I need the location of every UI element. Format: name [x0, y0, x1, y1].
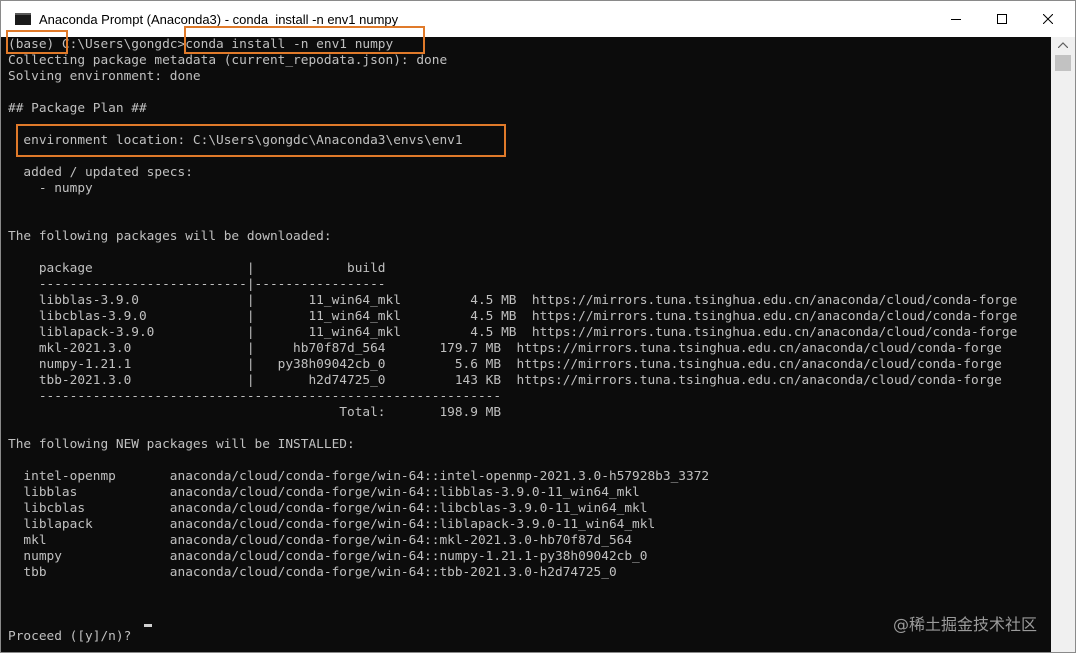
terminal-line: package | build — [8, 261, 386, 276]
scroll-up-button[interactable] — [1051, 37, 1075, 53]
terminal-line: Proceed ([y]/n)? — [8, 629, 139, 644]
highlight-install-command — [184, 26, 425, 54]
maximize-icon — [997, 14, 1007, 24]
title-bar[interactable]: Anaconda Prompt (Anaconda3) - conda inst… — [1, 1, 1075, 37]
terminal-line: tbb anaconda/cloud/conda-forge/win-64::t… — [8, 565, 617, 580]
vertical-scrollbar[interactable] — [1051, 37, 1075, 652]
chevron-up-icon — [1058, 42, 1068, 48]
console-icon — [15, 13, 31, 25]
terminal-line: liblapack anaconda/cloud/conda-forge/win… — [8, 517, 656, 532]
terminal-line: Solving environment: done — [8, 69, 201, 84]
terminal-line: libblas anaconda/cloud/conda-forge/win-6… — [8, 485, 640, 500]
terminal-line: Total: 198.9 MB — [8, 405, 502, 420]
terminal-line: The following packages will be downloade… — [8, 229, 332, 244]
maximize-button[interactable] — [979, 1, 1025, 37]
terminal-line: liblapack-3.9.0 | 11_win64_mkl 4.5 MB ht… — [8, 325, 1018, 340]
terminal-line: added / updated specs: — [8, 165, 193, 180]
terminal-line: - numpy — [8, 181, 93, 196]
highlight-environment-location — [16, 124, 506, 157]
terminal-line: libcblas-3.9.0 | 11_win64_mkl 4.5 MB htt… — [8, 309, 1018, 324]
terminal-line: Collecting package metadata (current_rep… — [8, 53, 448, 68]
terminal-line: ---------------------------|------------… — [8, 277, 386, 292]
terminal-line: intel-openmp anaconda/cloud/conda-forge/… — [8, 469, 710, 484]
highlight-base-env — [6, 30, 68, 54]
terminal-line: numpy anaconda/cloud/conda-forge/win-64:… — [8, 549, 648, 564]
minimize-button[interactable] — [933, 1, 979, 37]
terminal-line: ## Package Plan ## — [8, 101, 147, 116]
scroll-thumb[interactable] — [1055, 55, 1071, 71]
terminal-line: ----------------------------------------… — [8, 389, 502, 404]
terminal-line: mkl-2021.3.0 | hb70f87d_564 179.7 MB htt… — [8, 341, 1002, 356]
terminal-line: The following NEW packages will be INSTA… — [8, 437, 355, 452]
terminal-line: mkl anaconda/cloud/conda-forge/win-64::m… — [8, 533, 633, 548]
terminal-line: libblas-3.9.0 | 11_win64_mkl 4.5 MB http… — [8, 293, 1018, 308]
watermark: @稀土掘金技术社区 — [893, 615, 1038, 634]
text-cursor — [144, 624, 152, 627]
window-title: Anaconda Prompt (Anaconda3) - conda inst… — [39, 12, 399, 27]
terminal-line: numpy-1.21.1 | py38h09042cb_0 5.6 MB htt… — [8, 357, 1002, 372]
minimize-icon — [951, 19, 961, 20]
terminal-line: libcblas anaconda/cloud/conda-forge/win-… — [8, 501, 648, 516]
terminal-line: tbb-2021.3.0 | h2d74725_0 143 KB https:/… — [8, 373, 1002, 388]
close-icon — [1043, 14, 1053, 24]
close-button[interactable] — [1025, 1, 1071, 37]
